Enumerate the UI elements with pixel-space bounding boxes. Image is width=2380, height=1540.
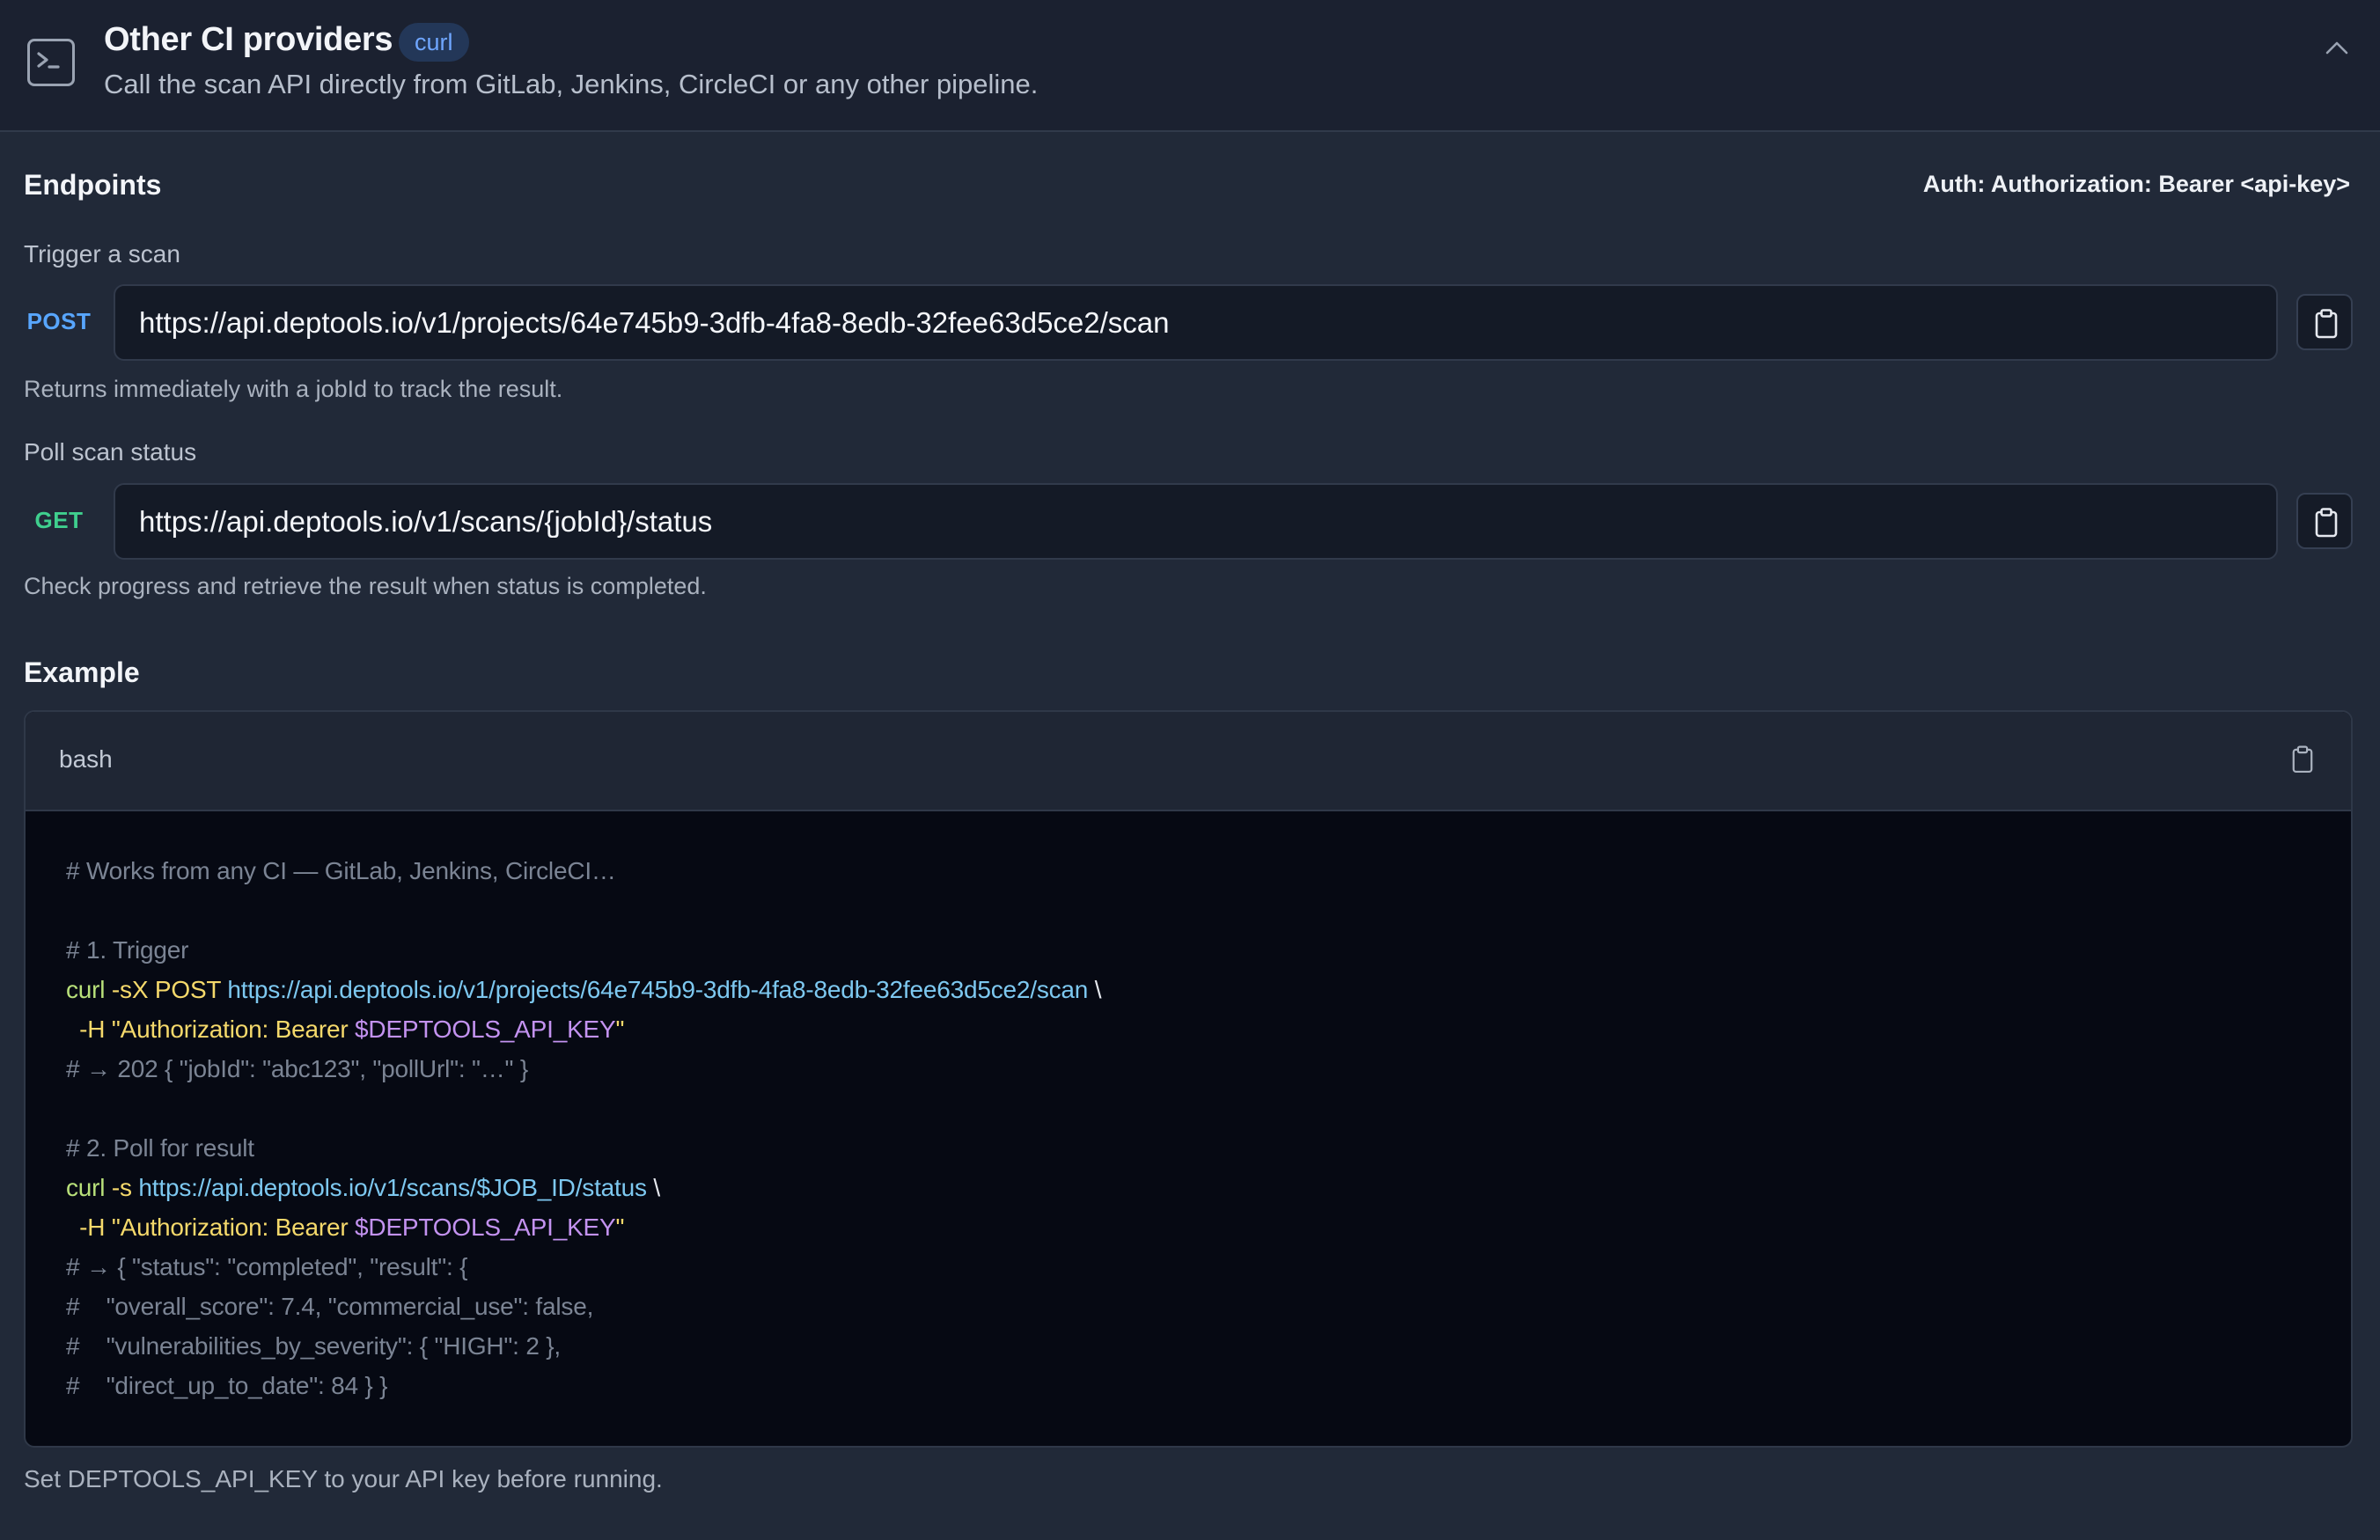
auth-label: Auth: Authorization: Bearer <api-key> (1922, 171, 2350, 197)
code-token-comment: # "direct_up_to_date": 84 } } (66, 1372, 388, 1399)
code-line: curl -s https://api.deptools.io/v1/scans… (66, 1168, 2319, 1207)
copy-trigger-url-button[interactable] (2296, 294, 2353, 350)
example-heading: Example (24, 656, 140, 688)
code-token-flag: -sX POST (105, 976, 228, 1003)
code-line: # "vulnerabilities_by_severity": { "HIGH… (66, 1326, 2319, 1366)
code-line: curl -sX POST https://api.deptools.io/v1… (66, 970, 2319, 1009)
code-token-url: https://api.deptools.io/v1/projects/64e7… (227, 976, 1089, 1003)
code-token-var: $DEPTOOLS_API_KEY (355, 1016, 616, 1043)
code-line: # "overall_score": 7.4, "commercial_use"… (66, 1287, 2319, 1326)
poll-hint: Check progress and retrieve the result w… (24, 573, 707, 599)
code-line: # 2. Poll for result (66, 1128, 2319, 1168)
code-token-comment: # "vulnerabilities_by_severity": { "HIGH… (66, 1332, 562, 1360)
poll-url-field[interactable]: https://api.deptools.io/v1/scans/{jobId}… (114, 483, 2278, 560)
code-line: # 1. Trigger (66, 930, 2319, 970)
code-token-cmd: curl (66, 976, 106, 1003)
code-token-str: " (615, 1016, 625, 1043)
ci-provider-panel: Other CI providers curl Call the scan AP… (0, 0, 2380, 1540)
trigger-hint: Returns immediately with a jobId to trac… (24, 376, 563, 402)
code-line: -H "Authorization: Bearer $DEPTOOLS_API_… (66, 1207, 2319, 1247)
trigger-url-field[interactable]: https://api.deptools.io/v1/projects/64e7… (114, 284, 2278, 361)
code-block: bash # Works from any CI — GitLab, Jenki… (24, 710, 2353, 1448)
code-token-comment: # → { "status": "completed", "result": { (66, 1253, 468, 1280)
trigger-label: Trigger a scan (24, 240, 180, 268)
code-token-url: https://api.deptools.io/v1/scans/$JOB_ID… (138, 1174, 647, 1201)
clipboard-icon (2315, 508, 2338, 538)
terminal-icon (27, 39, 75, 86)
code-line: # → 202 { "jobId": "abc123", "pollUrl": … (66, 1049, 2319, 1089)
code-line: -H "Authorization: Bearer $DEPTOOLS_API_… (66, 1009, 2319, 1049)
code-token-str: " (615, 1214, 625, 1241)
code-token-str: "Authorization: Bearer (111, 1214, 356, 1241)
code-language-label: bash (59, 745, 113, 773)
endpoints-heading: Endpoints (24, 169, 162, 201)
code-content: # Works from any CI — GitLab, Jenkins, C… (66, 851, 2319, 1405)
code-block-header: bash (26, 712, 2351, 811)
copy-poll-url-button[interactable] (2296, 493, 2353, 549)
method-badge-post: POST (26, 308, 92, 334)
code-token-var: $DEPTOOLS_API_KEY (355, 1214, 616, 1241)
code-token-flag: -H (66, 1214, 112, 1241)
code-token-comment: # "overall_score": 7.4, "commercial_use"… (66, 1293, 594, 1320)
code-token-cmd: curl (66, 1174, 106, 1201)
panel-header[interactable]: Other CI providers curl Call the scan AP… (0, 0, 2380, 132)
panel-subtitle: Call the scan API directly from GitLab, … (104, 69, 1039, 99)
code-token-str: "Authorization: Bearer (111, 1016, 356, 1043)
code-token-plain: \ (1088, 976, 1102, 1003)
panel-title: Other CI providers (104, 21, 393, 58)
code-token-flag: -H (66, 1016, 112, 1043)
clipboard-icon (2315, 309, 2338, 339)
code-token-comment: # 2. Poll for result (66, 1134, 254, 1162)
method-badge-get: GET (34, 507, 84, 533)
code-token-comment: # Works from any CI — GitLab, Jenkins, C… (66, 857, 616, 884)
code-line: # "direct_up_to_date": 84 } } (66, 1366, 2319, 1405)
code-line: # → { "status": "completed", "result": { (66, 1247, 2319, 1287)
curl-badge: curl (399, 23, 469, 62)
chevron-up-icon[interactable] (2324, 35, 2350, 62)
code-line: # Works from any CI — GitLab, Jenkins, C… (66, 851, 2319, 891)
footer-note: Set DEPTOOLS_API_KEY to your API key bef… (24, 1465, 663, 1492)
code-token-flag: -s (105, 1174, 139, 1201)
poll-label: Poll scan status (24, 438, 197, 466)
code-token-plain: \ (646, 1174, 660, 1201)
code-token-comment: # → 202 { "jobId": "abc123", "pollUrl": … (66, 1055, 529, 1082)
code-token-comment: # 1. Trigger (66, 936, 189, 964)
copy-code-button[interactable] (2291, 745, 2314, 774)
